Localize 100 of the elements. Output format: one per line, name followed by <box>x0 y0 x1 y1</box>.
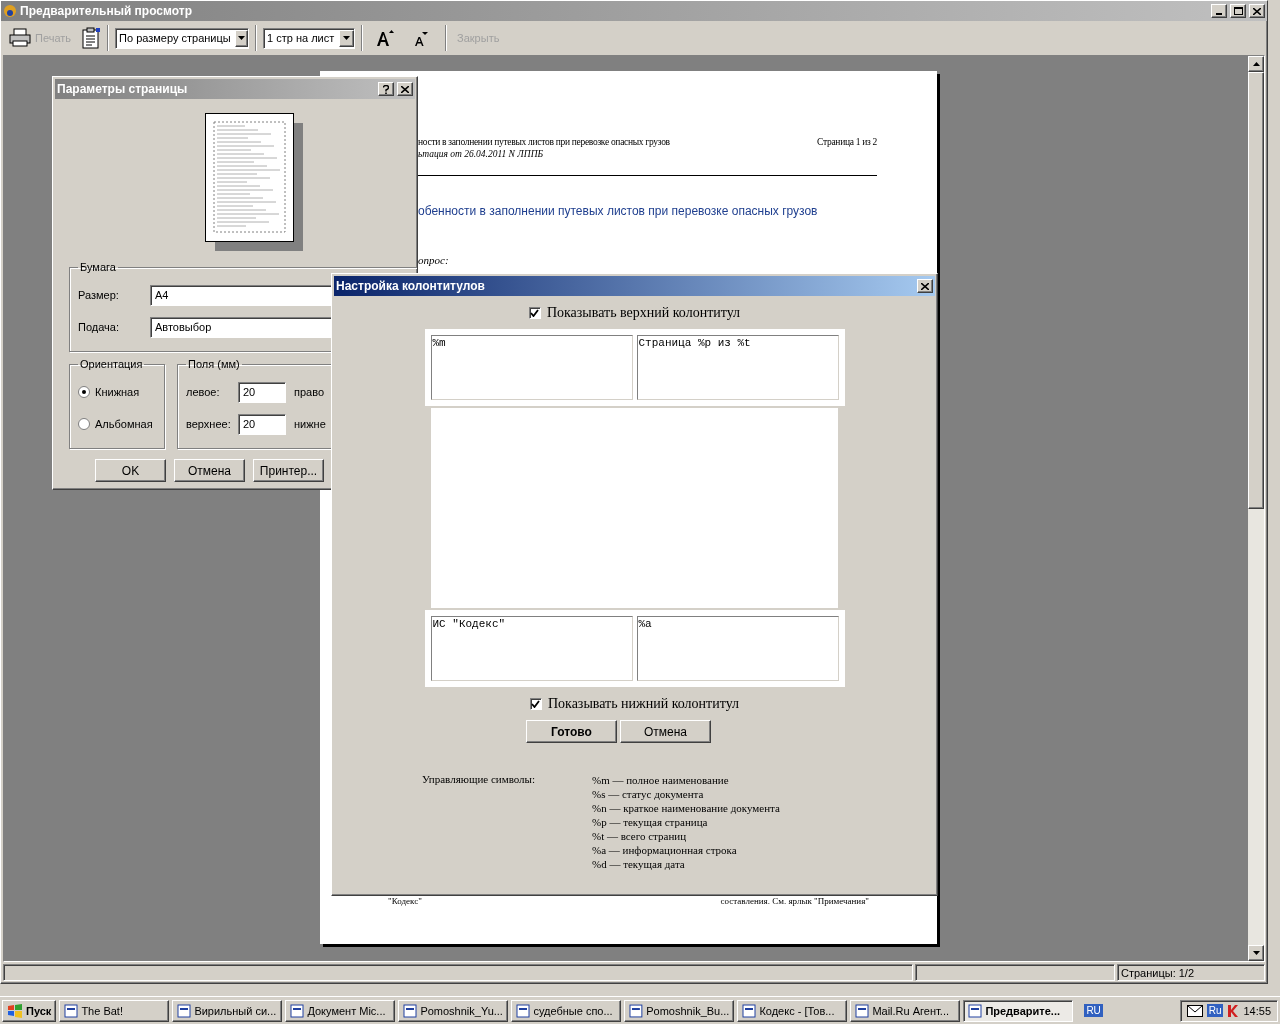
paper-legend: Бумага <box>78 261 118 273</box>
dialog-button[interactable]: OK <box>95 459 166 482</box>
page-setup-icon[interactable] <box>81 27 102 49</box>
taskbar-task[interactable]: Pomoshnik_Bu... <box>624 999 735 1022</box>
show-header-label: Показывать верхний колонтитул <box>546 305 741 321</box>
dialog-title: Настройка колонтитулов <box>336 279 486 293</box>
window-icon <box>403 1003 418 1018</box>
dropdown-arrow-button[interactable] <box>234 29 249 47</box>
dialog-button[interactable]: Готово <box>526 720 617 743</box>
window-icon <box>516 1003 531 1018</box>
dropdown-arrow-button[interactable] <box>339 29 355 47</box>
keyboard-language-indicator[interactable]: Ru <box>1206 1004 1224 1017</box>
maximize-icon <box>1233 7 1243 15</box>
question-label: опрос: <box>418 254 450 266</box>
page-footer-note: составления. См. ярлык "Примечания" <box>720 896 869 906</box>
window-icon <box>742 1003 757 1018</box>
control-symbol-text: %n — краткое наименование документа <box>592 801 780 815</box>
start-button[interactable]: Пуск <box>2 999 57 1022</box>
close-icon <box>1253 7 1261 15</box>
app-icon <box>3 4 17 18</box>
header-field[interactable]: %m <box>430 335 633 400</box>
dialog-button[interactable]: Принтер... <box>253 459 324 482</box>
scroll-up-button[interactable] <box>1248 56 1264 72</box>
dialog-title: Параметры страницы <box>57 82 189 96</box>
window-icon <box>64 1003 79 1018</box>
window-title: Предварительный просмотр <box>20 4 193 18</box>
footer-field[interactable]: %a <box>636 616 839 681</box>
taskbar-task[interactable]: The Bat! <box>59 999 170 1022</box>
control-symbol-text: %a — информационная строка <box>592 843 738 857</box>
page-header-subtitle: ьтация от 26.04.2011 N ЛППБ <box>418 149 545 159</box>
vertical-scrollbar[interactable] <box>1248 56 1264 961</box>
taskbar-task[interactable]: судебные спо... <box>511 999 622 1022</box>
control-symbol-text: %p — текущая страница <box>592 815 709 829</box>
margin-label: верхнее: <box>186 418 232 430</box>
control-symbol-text: %d — текущая дата <box>592 857 686 871</box>
header-field[interactable]: Страница %p из %t <box>636 335 839 400</box>
printer-icon <box>9 28 31 48</box>
close-icon <box>401 85 409 93</box>
margin-field[interactable]: 20 <box>238 381 286 403</box>
taskbar-task[interactable]: Предварите... <box>963 999 1074 1022</box>
window-icon <box>177 1003 192 1018</box>
help-button[interactable] <box>378 82 394 96</box>
close-button[interactable] <box>397 82 413 96</box>
control-symbols-label: Управляющие символы: <box>422 773 537 787</box>
margin-field[interactable]: 20 <box>238 413 286 435</box>
checkmark-icon <box>530 309 540 317</box>
orientation-legend: Ориентация <box>78 358 145 370</box>
zoom-select[interactable]: По размеру страницы <box>115 27 250 49</box>
dialog-button[interactable]: Отмена <box>174 459 245 482</box>
show-footer-label: Показывать нижний колонтитул <box>547 696 740 712</box>
control-symbol-text: %m — полное наименование <box>592 773 730 787</box>
orientation-radio[interactable] <box>78 418 90 430</box>
margins-legend: Поля (мм) <box>186 358 242 370</box>
font-increase-icon[interactable] <box>375 28 396 48</box>
show-header-checkbox[interactable] <box>528 307 541 319</box>
document-title: обенности в заполнении путевых листов при перевозке опасных грузов <box>418 204 819 218</box>
margin-label: нижне <box>294 418 326 430</box>
taskbar-task[interactable]: Pomoshnik_Yu... <box>398 999 509 1022</box>
window-icon <box>968 1003 983 1018</box>
mail-icon[interactable] <box>1186 1004 1203 1017</box>
taskbar-task[interactable]: Документ Mic... <box>285 999 396 1022</box>
page-number-text: Страница 1 из 2 <box>817 137 877 147</box>
margin-label: право <box>294 386 325 398</box>
show-footer-checkbox[interactable] <box>529 698 542 710</box>
minimize-button[interactable] <box>1211 4 1227 18</box>
scrollbar-thumb[interactable] <box>1248 72 1264 509</box>
taskbar-task[interactable]: Вирильный си... <box>172 999 283 1022</box>
down-arrow-icon <box>237 36 245 40</box>
margin-label: левое: <box>186 386 221 398</box>
down-arrow-icon <box>343 36 351 40</box>
page-header-text: ности в заполнении путевых листов при перевозке опасных грузов <box>418 137 670 147</box>
windows-logo-icon <box>7 1003 23 1018</box>
orientation-label: Книжная <box>95 386 140 398</box>
page-footer-text: "Кодекс" <box>388 896 422 906</box>
antivirus-icon[interactable] <box>1227 1003 1240 1018</box>
control-symbol-text: %s — статус документа <box>592 787 705 801</box>
window-icon <box>855 1003 870 1018</box>
source-label: Подача: <box>78 321 120 333</box>
up-arrow-icon <box>1252 62 1260 66</box>
window-icon <box>629 1003 644 1018</box>
question-mark-icon <box>383 84 389 94</box>
close-button[interactable] <box>917 279 933 293</box>
pages-per-sheet-select[interactable]: 1 стр на лист <box>263 27 356 49</box>
maximize-button[interactable] <box>1230 4 1246 18</box>
size-label: Размер: <box>78 289 120 301</box>
orientation-radio[interactable] <box>78 386 90 398</box>
page-count-status: Страницы: 1/2 <box>1117 964 1265 981</box>
close-button[interactable] <box>1249 4 1265 18</box>
down-arrow-icon <box>1252 951 1260 955</box>
taskbar-task[interactable]: Кодекс - [Тов... <box>737 999 848 1022</box>
footer-field[interactable]: ИС "Кодекс" <box>430 616 633 681</box>
window-icon <box>290 1003 305 1018</box>
scroll-down-button[interactable] <box>1248 945 1264 961</box>
dialog-button[interactable]: Отмена <box>620 720 711 743</box>
clock-text: 14:55 <box>1243 1004 1271 1017</box>
close-icon <box>921 282 929 290</box>
taskbar-task[interactable]: Mail.Ru Агент... <box>850 999 961 1022</box>
control-symbol-text: %t — всего страниц <box>592 829 688 843</box>
orientation-label: Альбомная <box>95 418 153 430</box>
language-indicator[interactable]: RU <box>1084 1004 1103 1017</box>
